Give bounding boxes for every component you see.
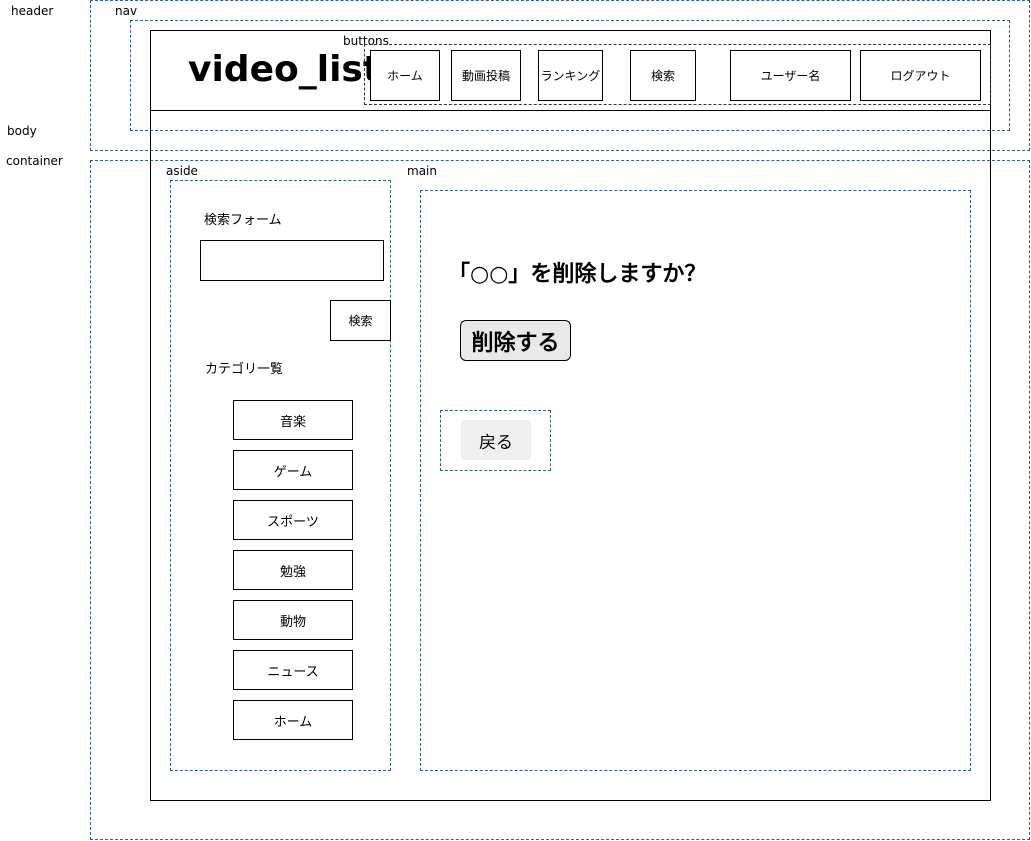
delete-button[interactable]: 削除する xyxy=(460,320,571,361)
category-music[interactable]: 音楽 xyxy=(233,400,353,440)
body-label: body xyxy=(7,124,37,138)
search-form-label: 検索フォーム xyxy=(204,213,282,228)
category-game[interactable]: ゲーム xyxy=(233,450,353,490)
main-label: main xyxy=(407,164,437,178)
category-home[interactable]: ホーム xyxy=(233,700,353,740)
delete-confirm-heading: 「○○」を削除しますか？ xyxy=(448,262,707,287)
nav-button-search[interactable]: 検索 xyxy=(630,50,696,101)
category-news[interactable]: ニュース xyxy=(233,650,353,690)
category-sports[interactable]: スポーツ xyxy=(233,500,353,540)
aside-label: aside xyxy=(166,164,198,178)
search-input[interactable] xyxy=(200,240,384,281)
nav-button-logout[interactable]: ログアウト xyxy=(860,50,981,101)
site-title: video_list xyxy=(188,49,381,90)
nav-button-ranking[interactable]: ランキング xyxy=(538,50,603,101)
container-label: container xyxy=(6,154,63,168)
category-animals[interactable]: 動物 xyxy=(233,600,353,640)
header-label: header xyxy=(11,4,54,18)
category-list-label: カテゴリ一覧 xyxy=(205,362,284,377)
header-divider xyxy=(150,110,991,111)
nav-button-upload[interactable]: 動画投稿 xyxy=(451,50,521,101)
nav-label: nav xyxy=(115,4,138,18)
nav-button-home[interactable]: ホーム xyxy=(370,50,440,101)
category-study[interactable]: 勉強 xyxy=(233,550,353,590)
search-button[interactable]: 検索 xyxy=(330,300,391,341)
nav-button-username[interactable]: ユーザー名 xyxy=(730,50,851,101)
back-button[interactable]: 戻る xyxy=(461,420,531,460)
